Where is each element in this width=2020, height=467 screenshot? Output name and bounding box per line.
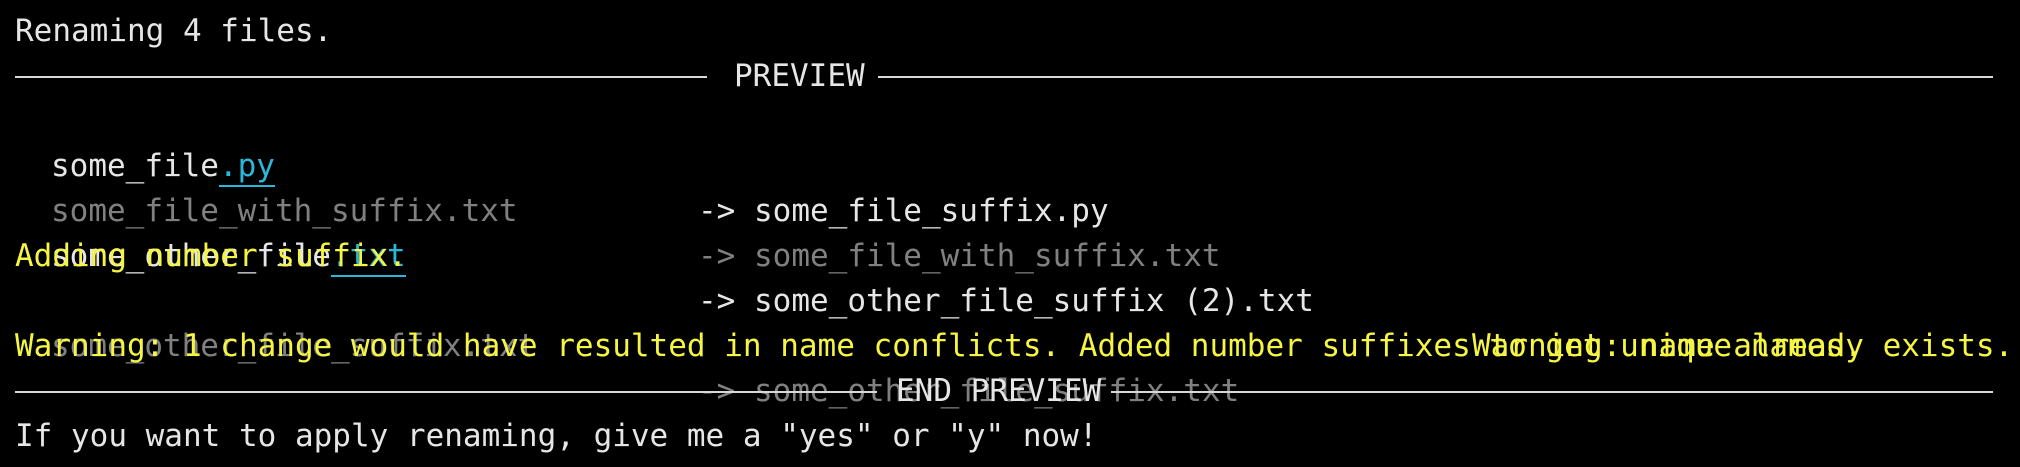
confirm-prompt: If you want to apply renaming, give me a…: [15, 418, 1098, 454]
preview-rule: PREVIEW: [15, 54, 1993, 99]
end-preview-label: END PREVIEW: [896, 373, 1102, 409]
rename-target: -> some_file_with_suffix.txt: [698, 234, 1221, 279]
preview-label: PREVIEW: [734, 58, 865, 94]
terminal-window: Renaming 4 files. PREVIEW some_file.py -…: [0, 0, 2020, 467]
rule-left: [15, 76, 707, 78]
end-preview-rule: END PREVIEW: [15, 369, 1993, 414]
renaming-header: Renaming 4 files.: [15, 13, 333, 49]
rule-right: [1111, 391, 1993, 393]
file-row-unchanged: some_file_with_suffix.txt -> some_file_w…: [0, 144, 2020, 274]
arrow: ->: [698, 238, 736, 274]
rule-right: [878, 76, 1993, 78]
target-filename: some_file_with_suffix.txt: [754, 238, 1221, 274]
rule-left: [15, 391, 877, 393]
conflict-warning: Warning: 1 change would have resulted in…: [15, 328, 1863, 364]
file-row: some_file.py -> some_file_suffix.py: [0, 99, 2020, 229]
file-row-conflict: some_other_file.txt -> some_other_file_s…: [0, 189, 2020, 364]
wrapped-warning: Adding number suffix.: [15, 238, 407, 274]
file-row-unchanged: some_other_file_suffix.txt -> some_other…: [0, 279, 2020, 409]
